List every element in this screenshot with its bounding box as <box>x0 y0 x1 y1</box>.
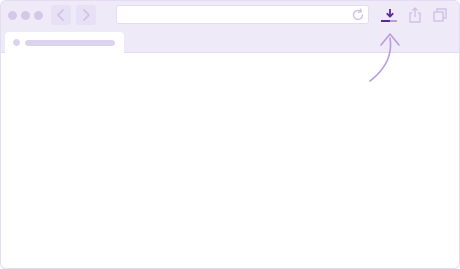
downloads-button[interactable] <box>380 6 398 24</box>
url-input[interactable] <box>123 8 343 21</box>
share-button[interactable] <box>406 6 424 24</box>
pointer-arrow-icon <box>369 33 400 82</box>
browser-window <box>0 0 460 269</box>
back-button[interactable] <box>51 5 71 25</box>
page-content <box>1 53 459 268</box>
address-bar[interactable] <box>116 5 369 24</box>
browser-toolbar <box>1 1 459 30</box>
tab-favicon-icon <box>13 39 20 46</box>
chevron-left-icon <box>57 9 64 21</box>
share-icon <box>409 7 421 23</box>
tab-title-placeholder <box>25 40 115 46</box>
chevron-right-icon <box>83 9 90 21</box>
tabs-overview-button[interactable] <box>431 6 449 24</box>
tabs-icon <box>433 8 447 22</box>
window-minimize-dot[interactable] <box>21 11 30 20</box>
forward-button[interactable] <box>76 5 96 25</box>
window-close-dot[interactable] <box>8 11 17 20</box>
reload-icon[interactable] <box>351 8 365 22</box>
window-maximize-dot[interactable] <box>34 11 43 20</box>
tab-active[interactable] <box>5 32 124 53</box>
download-icon <box>381 9 397 22</box>
